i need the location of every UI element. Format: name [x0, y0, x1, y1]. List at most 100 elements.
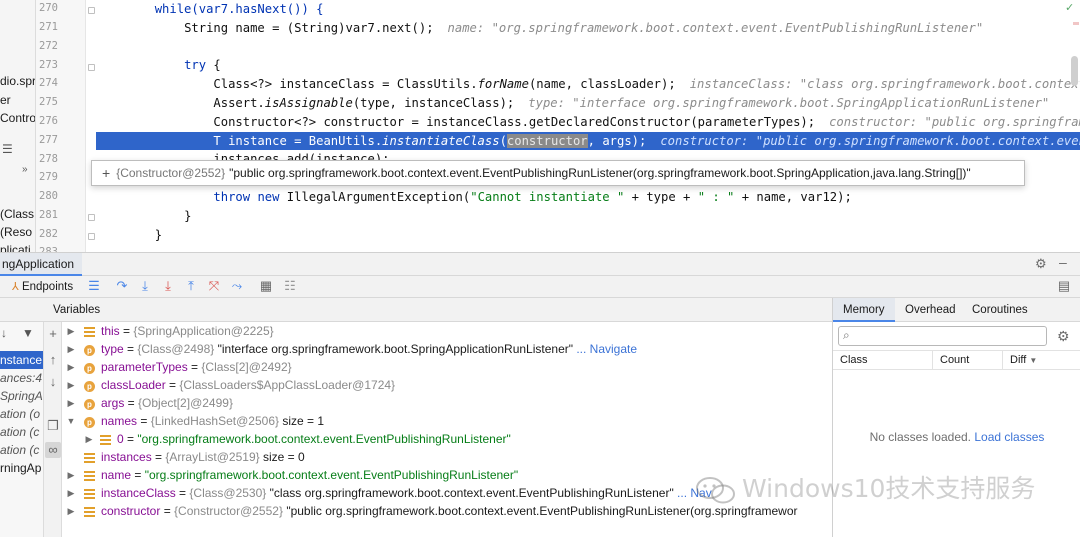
run-to-cursor-icon[interactable]: ⤳ — [229, 278, 245, 294]
code-line[interactable]: while(var7.hasNext()) { — [96, 0, 1080, 19]
project-tree-item[interactable]: dio.spri — [0, 74, 35, 88]
code-line[interactable]: } — [96, 226, 1080, 245]
chevron-right-icon[interactable]: ▶ — [66, 395, 76, 413]
arrow-up-icon[interactable]: ↑ — [45, 352, 61, 368]
column-diff[interactable]: Diff ▼ — [1003, 351, 1080, 369]
chevron-right-icon[interactable]: » — [22, 164, 28, 175]
chevron-right-icon[interactable]: ▶ — [84, 431, 94, 449]
tooltip-value: "public org.springframework.boot.context… — [229, 166, 971, 180]
variable-row[interactable]: ▶ p type = {Class@2498} "interface org.s… — [62, 341, 832, 359]
minimize-icon[interactable]: – — [1059, 254, 1067, 270]
variable-row[interactable]: ▶ p parameterTypes = {Class[2]@2492} — [62, 359, 832, 377]
error-stripe-marker[interactable] — [1073, 22, 1079, 25]
frame-item[interactable]: ances:4 — [0, 369, 42, 387]
variable-ref: {Object[2]@2499} — [138, 396, 233, 410]
evaluate-expression-icon[interactable]: ▦ — [258, 278, 274, 294]
code-line[interactable]: Assert.isAssignable(type, instanceClass)… — [96, 94, 1080, 113]
chevron-right-icon[interactable]: ▶ — [66, 341, 76, 359]
fold-marker[interactable] — [88, 214, 95, 221]
step-out-icon[interactable]: ⤒ — [183, 278, 199, 294]
project-tree-item[interactable]: (Class — [0, 207, 34, 221]
debug-session-tab[interactable]: ngApplication — [0, 253, 83, 276]
frame-item[interactable]: rningAp — [0, 459, 41, 477]
class-search-box[interactable]: ⌕ — [838, 326, 1047, 346]
code-line[interactable]: String name = (String)var7.next(); name: … — [96, 19, 1080, 38]
navigate-link[interactable]: ... Navigate — [576, 342, 637, 356]
chevron-down-icon[interactable]: ▼ — [66, 413, 76, 431]
layout-icon[interactable]: ▤ — [1056, 278, 1072, 294]
variable-row[interactable]: instances = {ArrayList@2519} size = 0 — [62, 449, 832, 467]
add-watch-icon[interactable]: + — [45, 326, 61, 342]
drop-frame-icon[interactable]: ⤧ — [206, 278, 222, 294]
debug-toolbar: ⅄ Endpoints ☰ ↷ ⤓ ⤓ ⤒ ⤧ ⤳ ▦ ☷ ▤ — [0, 276, 1080, 298]
code-line[interactable]: Constructor<?> constructor = instanceCla… — [96, 113, 1080, 132]
debug-tool-window-header: ngApplication ⚙ – — [0, 252, 1080, 276]
chevron-right-icon[interactable]: ▶ — [66, 503, 76, 521]
variable-value: "org.springframework.boot.context.event.… — [144, 468, 519, 482]
code-editor[interactable]: 270 271 272 273 274 275 276 277 278 279 … — [36, 0, 1080, 252]
trace-icon[interactable]: ☷ — [282, 278, 298, 294]
variables-title: Variables — [53, 304, 101, 316]
code-line[interactable]: try { — [96, 56, 1080, 75]
frame-item[interactable]: ation (c — [0, 423, 39, 441]
class-search-input[interactable] — [859, 328, 1043, 344]
variable-row[interactable]: ▼ p names = {LinkedHashSet@2506} size = … — [62, 413, 832, 431]
variable-row[interactable]: ▶ p args = {Object[2]@2499} — [62, 395, 832, 413]
glasses-icon[interactable]: ∞ — [45, 442, 61, 458]
frame-item[interactable]: ation (c — [0, 441, 39, 459]
load-classes-link[interactable]: Load classes — [974, 430, 1044, 444]
force-step-into-icon[interactable]: ⤓ — [160, 278, 176, 294]
frame-item[interactable]: nstance — [0, 351, 43, 369]
selected-token[interactable]: constructor — [506, 133, 588, 148]
code-token: } — [154, 227, 163, 242]
step-over-icon[interactable]: ↷ — [114, 278, 130, 294]
column-class[interactable]: Class — [833, 351, 933, 369]
menu-icon[interactable]: ☰ — [86, 278, 102, 294]
chevron-right-icon[interactable]: ▶ — [66, 323, 76, 341]
gear-icon[interactable]: ⚙ — [1057, 328, 1070, 345]
arrow-down-icon[interactable]: ↓ — [1, 324, 7, 342]
endpoints-tab[interactable]: ⅄ Endpoints — [12, 278, 73, 296]
tab-overhead[interactable]: Overhead — [905, 298, 956, 322]
line-number: 272 — [39, 40, 58, 52]
project-tree-item[interactable]: (Reso — [0, 225, 32, 239]
chevron-right-icon[interactable]: ▶ — [66, 467, 76, 485]
current-execution-line[interactable]: T instance = BeanUtils.instantiateClass(… — [96, 131, 1080, 151]
inline-value-hint: name: "org.springframework.boot.context.… — [447, 20, 984, 35]
fold-marker[interactable] — [88, 7, 95, 14]
variables-side-toolbar: + ↑ ↓ ❐ ∞ — [44, 322, 62, 537]
frame-item[interactable]: SpringA — [0, 387, 43, 405]
copy-icon[interactable]: ❐ — [45, 418, 61, 434]
chevron-right-icon[interactable]: ▶ — [66, 377, 76, 395]
variable-row[interactable]: ▶ this = {SpringApplication@2225} — [62, 323, 832, 341]
code-line[interactable]: } — [96, 207, 1080, 226]
menu-icon[interactable]: ☰ — [2, 142, 13, 156]
chevron-right-icon[interactable]: ▶ — [66, 485, 76, 503]
tab-memory[interactable]: Memory — [833, 298, 895, 322]
column-count[interactable]: Count — [933, 351, 1003, 369]
variable-value: size = 0 — [259, 450, 305, 464]
variable-ref: {Class@2530} — [189, 486, 267, 500]
code-line[interactable]: throw new IllegalArgumentException("Cann… — [96, 188, 1080, 207]
editor-scrollbar[interactable] — [1071, 56, 1078, 86]
project-tree-item[interactable]: er — [0, 93, 11, 107]
project-tree-item[interactable]: Contro — [0, 111, 35, 125]
variable-row[interactable]: ▶ p classLoader = {ClassLoaders$AppClass… — [62, 377, 832, 395]
variable-row[interactable]: ▶ 0 = "org.springframework.boot.context.… — [62, 431, 832, 449]
code-line[interactable]: Class<?> instanceClass = ClassUtils.forN… — [96, 75, 1080, 94]
variable-name: classLoader — [101, 378, 166, 392]
frames-list[interactable]: ↓ ▼ nstance ances:4 SpringA ation (o ati… — [0, 322, 44, 537]
code-string: " : " — [697, 190, 735, 204]
line-number: 275 — [39, 96, 58, 108]
fold-marker[interactable] — [88, 64, 95, 71]
arrow-down-icon[interactable]: ↓ — [45, 374, 61, 390]
chevron-right-icon[interactable]: ▶ — [66, 359, 76, 377]
frame-item[interactable]: ation (o — [0, 405, 40, 423]
variable-name: parameterTypes — [101, 360, 188, 374]
step-into-icon[interactable]: ⤓ — [137, 278, 153, 294]
fold-marker[interactable] — [88, 233, 95, 240]
gear-icon[interactable]: ⚙ — [1035, 256, 1047, 272]
tab-coroutines[interactable]: Coroutines — [972, 298, 1028, 322]
expand-icon[interactable]: + — [102, 165, 110, 181]
filter-icon[interactable]: ▼ — [22, 324, 34, 342]
